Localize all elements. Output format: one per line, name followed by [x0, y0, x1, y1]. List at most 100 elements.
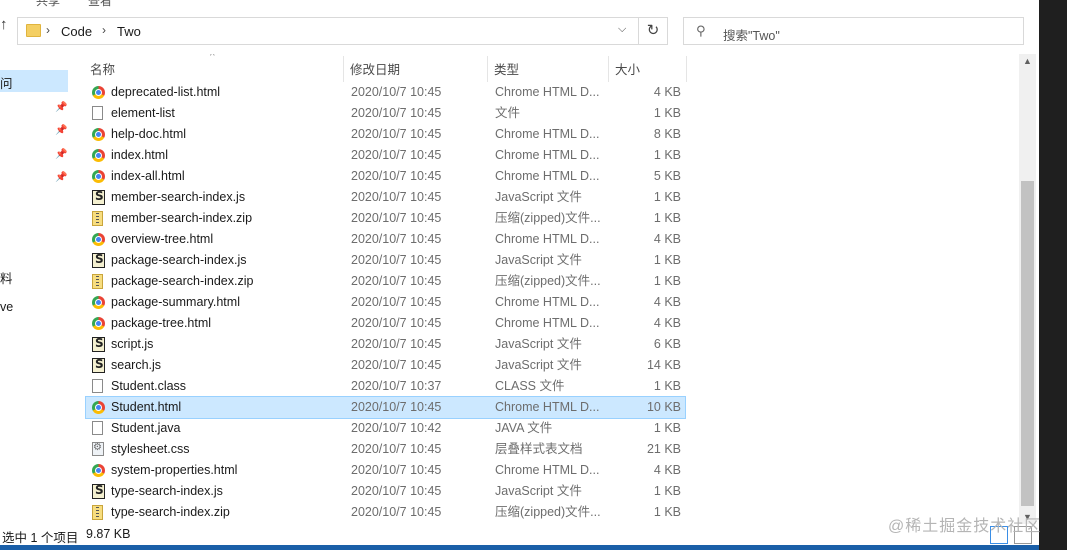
- vertical-scrollbar[interactable]: ▲ ▼: [1019, 54, 1036, 524]
- breadcrumb-code[interactable]: Code: [61, 24, 92, 39]
- file-date: 2020/10/7 10:45: [351, 169, 442, 183]
- file-row[interactable]: system-properties.html 2020/10/7 10:45 Chr…: [86, 460, 685, 481]
- script-icon: [92, 252, 105, 268]
- file-name: stylesheet.css: [111, 442, 190, 456]
- nav-item-label[interactable]: 料: [0, 268, 13, 287]
- file-row[interactable]: help-doc.html 2020/10/7 10:45 Chrome HTML …: [86, 124, 685, 145]
- document-icon: [92, 421, 103, 435]
- file-row[interactable]: element-list 2020/10/7 10:45 文件 1 KB: [86, 103, 685, 124]
- file-row[interactable]: Student.java 2020/10/7 10:42 JAVA 文件 1 KB: [86, 418, 685, 439]
- file-row[interactable]: package-summary.html 2020/10/7 10:45 Chrom…: [86, 292, 685, 313]
- chrome-icon: [92, 401, 105, 414]
- refresh-button[interactable]: ↻: [638, 17, 668, 45]
- nav-item-label[interactable]: ve: [0, 300, 13, 314]
- column-header-date[interactable]: 修改日期: [344, 59, 487, 81]
- chevron-right-icon[interactable]: ›: [102, 23, 106, 37]
- file-size: 1 KB: [653, 211, 681, 225]
- file-row[interactable]: deprecated-list.html 2020/10/7 10:45 Chrom…: [86, 82, 685, 103]
- desktop-background-edge: [1039, 0, 1067, 550]
- file-row[interactable]: index.html 2020/10/7 10:45 Chrome HTML D..…: [86, 145, 685, 166]
- address-bar[interactable]: › Code › Two ⌵: [17, 17, 665, 45]
- file-date: 2020/10/7 10:45: [351, 358, 442, 372]
- file-name: Student.java: [111, 421, 181, 435]
- scroll-up-icon[interactable]: ▲: [1019, 56, 1036, 66]
- chevron-down-icon[interactable]: ⌵: [618, 23, 626, 36]
- file-type: JavaScript 文件: [495, 337, 582, 351]
- file-date: 2020/10/7 10:45: [351, 190, 442, 204]
- file-type: 文件: [495, 106, 521, 120]
- search-input[interactable]: ⚲ 搜索"Two": [683, 17, 1024, 45]
- file-date: 2020/10/7 10:45: [351, 148, 442, 162]
- file-date: 2020/10/7 10:45: [351, 295, 442, 309]
- file-name: Student.class: [111, 379, 187, 393]
- chevron-right-icon[interactable]: ›: [46, 23, 50, 37]
- breadcrumb-two[interactable]: Two: [117, 24, 141, 39]
- pin-icon[interactable]: 📌: [55, 102, 67, 113]
- file-size: 4 KB: [653, 295, 681, 309]
- file-size: 5 KB: [653, 169, 681, 183]
- file-row[interactable]: overview-tree.html 2020/10/7 10:45 Chrome …: [86, 229, 685, 250]
- file-row[interactable]: package-search-index.js 2020/10/7 10:45 Ja…: [86, 250, 685, 271]
- file-type: Chrome HTML D...: [495, 232, 600, 246]
- file-name: Student.html: [111, 400, 182, 414]
- ribbon-tab-share[interactable]: 共享: [36, 0, 60, 9]
- file-row[interactable]: search.js 2020/10/7 10:45 JavaScript 文件 14 …: [86, 355, 685, 376]
- file-row[interactable]: index-all.html 2020/10/7 10:45 Chrome HTML…: [86, 166, 685, 187]
- ribbon-tabs-strip: 共享 查看: [0, 0, 1039, 10]
- ribbon-tab-view[interactable]: 查看: [88, 0, 112, 9]
- column-divider[interactable]: [686, 56, 687, 82]
- column-header-size[interactable]: 大小: [609, 59, 687, 81]
- scrollbar-thumb[interactable]: [1021, 181, 1034, 506]
- file-row[interactable]: package-search-index.zip 2020/10/7 10:45 压…: [86, 271, 685, 292]
- file-size: 4 KB: [653, 463, 681, 477]
- file-row[interactable]: Student.class 2020/10/7 10:37 CLASS 文件 1 KB: [86, 376, 685, 397]
- file-type: Chrome HTML D...: [495, 148, 600, 162]
- file-row[interactable]: member-search-index.zip 2020/10/7 10:45 压缩…: [86, 208, 685, 229]
- pin-icon[interactable]: 📌: [55, 125, 67, 136]
- file-size: 1 KB: [653, 379, 681, 393]
- nav-item-selected[interactable]: 问: [0, 70, 68, 92]
- file-size: 1 KB: [653, 253, 681, 267]
- file-name: type-search-index.js: [111, 484, 223, 498]
- file-type: Chrome HTML D...: [495, 85, 600, 99]
- file-date: 2020/10/7 10:37: [351, 379, 442, 393]
- file-type: Chrome HTML D...: [495, 169, 600, 183]
- file-name: index-all.html: [111, 169, 185, 183]
- file-type: 层叠样式表文档: [495, 442, 583, 456]
- selection-count: 选中 1 个项目: [2, 531, 79, 545]
- file-row[interactable]: type-search-index.js 2020/10/7 10:45 JavaS…: [86, 481, 685, 502]
- file-type: Chrome HTML D...: [495, 295, 600, 309]
- file-row[interactable]: member-search-index.js 2020/10/7 10:45 Jav…: [86, 187, 685, 208]
- file-row[interactable]: Student.html 2020/10/7 10:45 Chrome HTML D…: [85, 396, 686, 419]
- file-type: 压缩(zipped)文件...: [495, 505, 601, 519]
- column-header-name[interactable]: 名称: [84, 59, 344, 81]
- file-date: 2020/10/7 10:45: [351, 316, 442, 330]
- file-type: JavaScript 文件: [495, 358, 582, 372]
- file-size: 1 KB: [653, 421, 681, 435]
- file-name: deprecated-list.html: [111, 85, 221, 99]
- column-header-type[interactable]: 类型: [488, 59, 608, 81]
- file-name: package-summary.html: [111, 295, 240, 309]
- up-arrow-icon[interactable]: ↑: [0, 15, 14, 35]
- file-type: JavaScript 文件: [495, 484, 582, 498]
- file-date: 2020/10/7 10:45: [351, 505, 442, 519]
- file-row[interactable]: type-search-index.zip 2020/10/7 10:45 压缩(z…: [86, 502, 685, 523]
- file-name: index.html: [111, 148, 168, 162]
- file-date: 2020/10/7 10:45: [351, 274, 442, 288]
- chrome-icon: [92, 170, 105, 183]
- file-type: CLASS 文件: [495, 379, 565, 393]
- file-row[interactable]: script.js 2020/10/7 10:45 JavaScript 文件 6 K…: [86, 334, 685, 355]
- file-name: system-properties.html: [111, 463, 238, 477]
- file-name: search.js: [111, 358, 162, 372]
- file-row[interactable]: package-tree.html 2020/10/7 10:45 Chrome H…: [86, 313, 685, 334]
- refresh-icon: ↻: [646, 22, 660, 39]
- file-row[interactable]: stylesheet.css 2020/10/7 10:45 层叠样式表文档 21 K…: [86, 439, 685, 460]
- pin-icon[interactable]: 📌: [55, 149, 67, 160]
- pin-icon[interactable]: 📌: [55, 172, 67, 183]
- file-list: ^ 名称 修改日期 类型 大小 deprecated-list.html 2020…: [72, 54, 1019, 524]
- file-size: 1 KB: [653, 484, 681, 498]
- search-placeholder: 搜索"Two": [723, 29, 780, 43]
- watermark: @稀土掘金技术社区: [888, 518, 1042, 535]
- file-type: Chrome HTML D...: [495, 400, 600, 414]
- file-date: 2020/10/7 10:45: [351, 400, 442, 414]
